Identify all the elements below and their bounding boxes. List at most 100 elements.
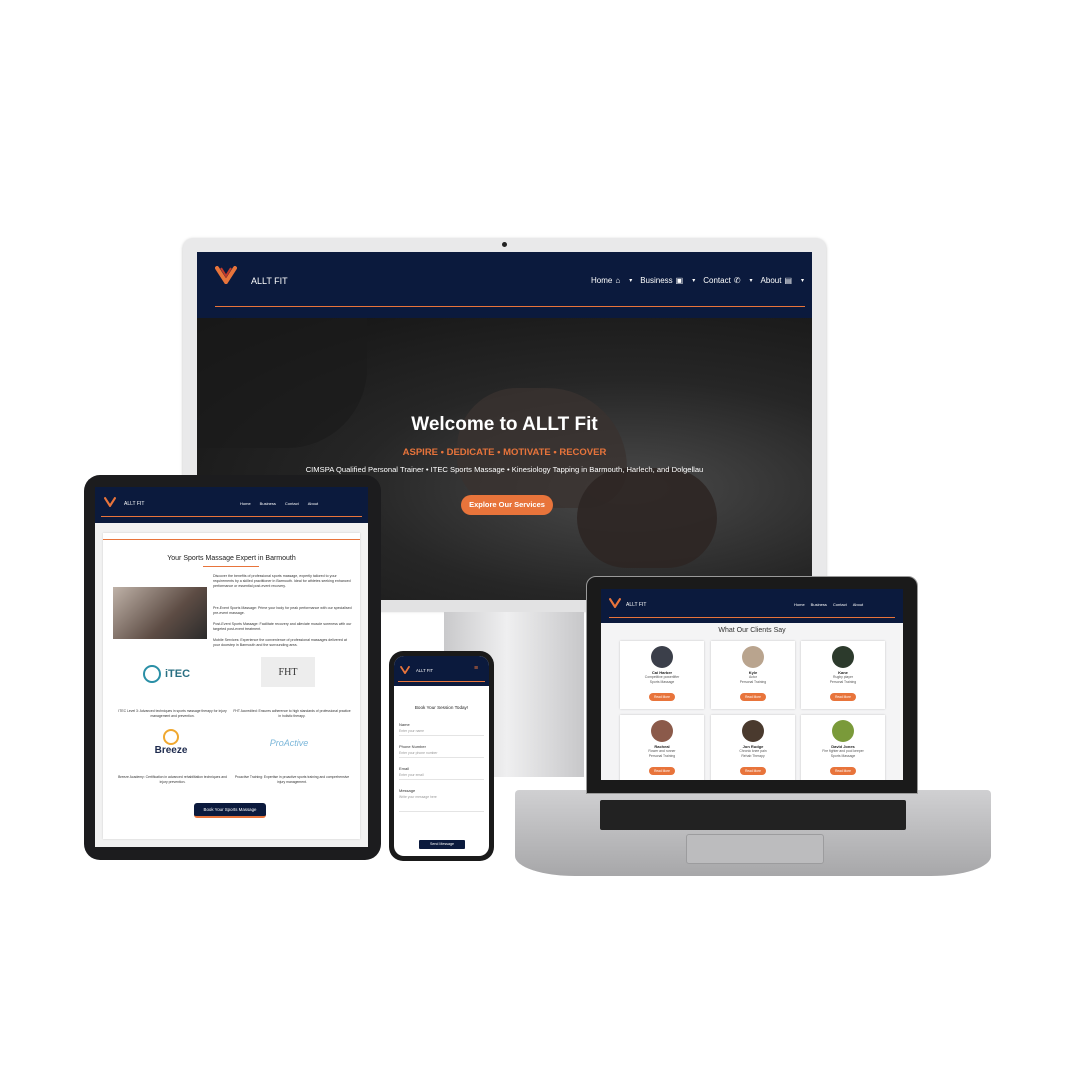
- nav-about[interactable]: About ▤ ▾: [761, 276, 804, 285]
- heading-underline: [203, 566, 259, 567]
- nav-divider: [398, 681, 485, 682]
- testimonials-heading: What Our Clients Say: [718, 627, 786, 634]
- massage-card: Your Sports Massage Expert in Barmouth D…: [103, 533, 360, 839]
- read-more-button[interactable]: Read More: [830, 767, 856, 775]
- phone-icon: ✆: [733, 276, 741, 285]
- avatar: [742, 646, 764, 668]
- name-field[interactable]: Enter your name: [399, 727, 484, 736]
- nav-contact[interactable]: Contact: [833, 602, 847, 607]
- hero-subtitle: CIMSPA Qualified Personal Trainer • ITEC…: [305, 465, 704, 474]
- nav-home-label: Home: [591, 276, 613, 285]
- mobile-text: Mobile Services: Experience the convenie…: [213, 638, 347, 647]
- camera-dot: [502, 242, 507, 247]
- tablet-screen: ALLT FIT Home Business Contact About You…: [95, 487, 368, 847]
- breeze-wordmark: Breeze: [154, 745, 188, 756]
- form-heading: Book Your Session Today!: [414, 705, 469, 710]
- avatar: [832, 720, 854, 742]
- testimonial-card: Jon Rudge Chronic knee pain Rehab Therap…: [711, 715, 795, 780]
- email-field[interactable]: Enter your email: [399, 771, 484, 780]
- itec-caption: ITEC Level 3: Advanced techniques in spo…: [118, 709, 227, 718]
- chevron-down-icon: ▾: [692, 278, 696, 284]
- hamburger-menu-icon[interactable]: ≡: [474, 665, 478, 672]
- card-heading: Your Sports Massage Expert in Barmouth: [167, 555, 296, 562]
- nav-divider: [101, 516, 362, 517]
- phone-nav: ALLT FIT ≡: [394, 656, 489, 686]
- avatar: [651, 720, 673, 742]
- nav-home[interactable]: Home: [240, 501, 251, 506]
- nav-business[interactable]: Business ▣ ▾: [640, 276, 695, 285]
- id-card-icon: ▤: [784, 276, 793, 285]
- testimonial-service: Personal Training: [739, 680, 767, 684]
- itec-wordmark: iTEC: [165, 668, 191, 680]
- avatar: [742, 720, 764, 742]
- send-message-button[interactable]: Send Message: [419, 840, 465, 849]
- nav-contact[interactable]: Contact: [285, 501, 299, 506]
- chevron-down-icon: ▾: [749, 278, 753, 284]
- testimonial-card: Racheal Rower and runner Personal Traini…: [620, 715, 704, 780]
- brand-name[interactable]: ALLT FIT: [626, 602, 646, 608]
- phone-field[interactable]: Enter your phone number: [399, 749, 484, 758]
- avatar: [832, 646, 854, 668]
- post-event-text: Post-Event Sports Massage: Facilitate re…: [213, 622, 352, 631]
- logo-icon[interactable]: [104, 497, 116, 507]
- chevron-down-icon: ▾: [801, 278, 805, 284]
- nav-home[interactable]: Home ⌂ ▾: [591, 276, 632, 285]
- hero-tagline: ASPIRE • DEDICATE • MOTIVATE • RECOVER: [402, 447, 607, 458]
- book-massage-button[interactable]: Book Your Sports Massage: [194, 803, 266, 818]
- nav-about[interactable]: About: [308, 501, 318, 506]
- brand-name[interactable]: ALLT FIT: [416, 668, 433, 673]
- card-accent-line: [103, 539, 360, 540]
- brand-name[interactable]: ALLT FIT: [124, 501, 144, 507]
- logo-icon[interactable]: [400, 666, 410, 674]
- laptop-screen: ALLT FIT Home Business Contact About Wha…: [601, 589, 903, 780]
- globe-icon: [143, 665, 161, 683]
- chevron-down-icon: ▾: [629, 278, 633, 284]
- read-more-button[interactable]: Read More: [649, 767, 675, 775]
- nav-business-label: Business: [640, 276, 673, 285]
- nav-home[interactable]: Home: [794, 602, 805, 607]
- nav-about[interactable]: About: [853, 602, 863, 607]
- home-icon: ⌂: [615, 276, 621, 285]
- fht-wordmark: FHT: [278, 666, 298, 678]
- testimonial-service: Rehab Therapy: [741, 754, 765, 758]
- logo-icon[interactable]: [609, 598, 621, 608]
- booking-form: Name Enter your name Phone Number Enter …: [399, 722, 484, 812]
- top-nav: ALLT FIT Home ⌂ ▾ Business ▣ ▾ Contact ✆ ▾ Abo…: [197, 252, 812, 318]
- fht-caption: FHT Accredited: Ensures adherence to hig…: [233, 709, 351, 718]
- nav-business[interactable]: Business: [260, 501, 276, 506]
- explore-services-button[interactable]: Explore Our Services: [461, 495, 553, 515]
- phone-screen: ALLT FIT ≡ Book Your Session Today! Name…: [394, 656, 489, 856]
- pre-event-text: Pre-Event Sports Massage: Prime your bod…: [213, 606, 352, 615]
- laptop-keyboard: [600, 800, 906, 830]
- breeze-logo: Breeze: [151, 729, 191, 756]
- brand-name[interactable]: ALLT FIT: [251, 276, 288, 286]
- message-field[interactable]: Write your message here: [399, 793, 484, 812]
- logo-icon[interactable]: [215, 266, 237, 284]
- itec-logo: iTEC: [143, 665, 190, 683]
- briefcase-icon: ▣: [675, 276, 684, 285]
- nav-menu: Home ⌂ ▾ Business ▣ ▾ Contact ✆ ▾ About ▤ ▾: [591, 276, 804, 285]
- testimonial-card: Cai Harber Competitive powerlifter Sport…: [620, 641, 704, 709]
- nav-contact[interactable]: Contact ✆ ▾: [703, 276, 752, 285]
- avatar: [651, 646, 673, 668]
- testimonial-card: David Jones Fire fighter and pool keeper…: [801, 715, 885, 780]
- testimonial-card: Kyle Actor Personal Training Read More: [711, 641, 795, 709]
- hero-title: Welcome to ALLT Fit: [411, 414, 598, 435]
- breeze-icon: [163, 729, 179, 745]
- read-more-button[interactable]: Read More: [740, 693, 766, 701]
- massage-photo: [113, 587, 207, 639]
- nav-divider: [215, 306, 805, 307]
- testimonial-service: Sports Massage: [830, 754, 856, 758]
- testimonial-card: Kane Rugby player Personal Training Read…: [801, 641, 885, 709]
- testimonial-service: Sports Massage: [649, 680, 675, 684]
- testimonial-service: Personal Training: [648, 754, 676, 758]
- proactive-logo: ProActive: [269, 738, 309, 748]
- read-more-button[interactable]: Read More: [649, 693, 675, 701]
- read-more-button[interactable]: Read More: [830, 693, 856, 701]
- laptop-trackpad: [686, 834, 824, 864]
- nav-menu: Home Business Contact About: [794, 602, 863, 607]
- nav-business[interactable]: Business: [811, 602, 827, 607]
- hero-photo-hand: [577, 468, 717, 568]
- read-more-button[interactable]: Read More: [740, 767, 766, 775]
- testimonial-service: Personal Training: [829, 680, 857, 684]
